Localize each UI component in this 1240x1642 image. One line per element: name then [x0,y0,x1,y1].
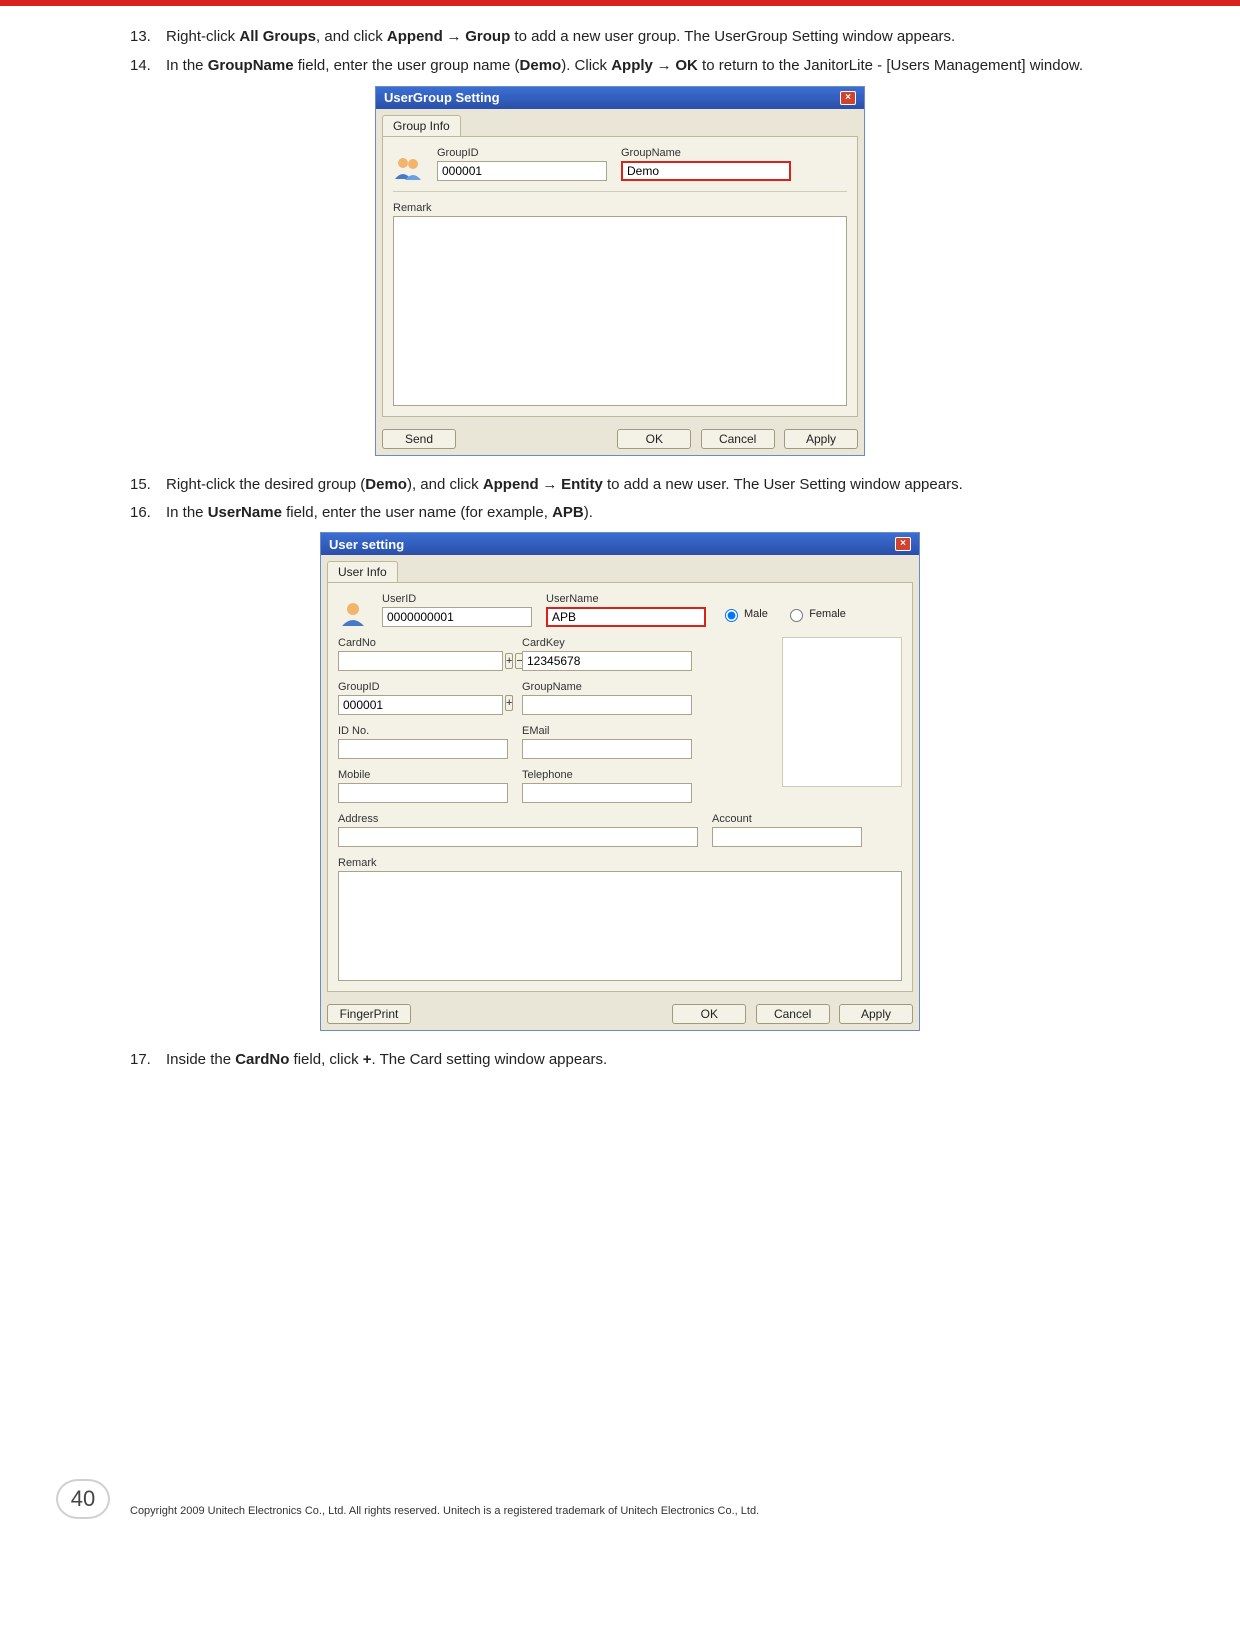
step-number: 13. [130,26,166,49]
apply-button[interactable]: Apply [839,1004,913,1024]
step-number: 14. [130,55,166,78]
telephone-field[interactable] [522,783,692,803]
step-14: 14. In the GroupName field, enter the us… [70,55,1170,78]
step-text: Right-click All Groups, and click Append… [166,26,1170,49]
apply-button[interactable]: Apply [784,429,858,449]
groupname-field[interactable] [522,695,692,715]
user-icon [338,601,368,627]
user-group-icon [393,155,423,181]
ok-button[interactable]: OK [672,1004,746,1024]
remark-field[interactable] [393,216,847,406]
dialog-titlebar[interactable]: UserGroup Setting × [376,87,864,109]
groupname-field[interactable] [621,161,791,181]
cardno-field[interactable] [338,651,503,671]
username-label: UserName [546,593,706,605]
step-16: 16. In the UserName field, enter the use… [70,502,1170,524]
dialog-button-row: FingerPrint OK Cancel Apply [321,998,919,1030]
tab-group-info[interactable]: Group Info [382,115,461,136]
usergroup-setting-dialog: UserGroup Setting × Group Info GroupID G… [375,86,865,456]
step-text: In the GroupName field, enter the user g… [166,55,1170,78]
remark-label: Remark [393,202,847,214]
step-number: 16. [130,502,166,524]
idno-label: ID No. [338,725,508,737]
username-field[interactable] [546,607,706,627]
groupname-label: GroupName [621,147,791,159]
page-footer: 40 Copyright 2009 Unitech Electronics Co… [0,1487,1240,1547]
idno-field[interactable] [338,739,508,759]
groupid-label: GroupID [338,681,508,693]
cardkey-field[interactable] [522,651,692,671]
radio-female[interactable]: Female [785,606,846,622]
groupid-plus-button[interactable]: + [505,695,513,711]
step-text: Right-click the desired group (Demo), an… [166,474,1170,497]
radio-male[interactable]: Male [720,606,768,622]
step-13: 13. Right-click All Groups, and click Ap… [70,26,1170,49]
user-setting-dialog: User setting × User Info UserID UserName… [320,532,920,1031]
dialog-button-row: Send OK Cancel Apply [376,423,864,455]
page-number-badge: 40 [56,1479,110,1519]
groupid-label: GroupID [437,147,607,159]
cancel-button[interactable]: Cancel [756,1004,830,1024]
step-text: Inside the CardNo field, click +. The Ca… [166,1049,1170,1071]
remark-label: Remark [338,857,902,869]
groupid-field[interactable] [338,695,503,715]
send-button[interactable]: Send [382,429,456,449]
account-field[interactable] [712,827,862,847]
tab-user-info[interactable]: User Info [327,561,398,582]
ok-button[interactable]: OK [617,429,691,449]
userid-label: UserID [382,593,532,605]
email-field[interactable] [522,739,692,759]
dialog-titlebar[interactable]: User setting × [321,533,919,555]
fingerprint-button[interactable]: FingerPrint [327,1004,411,1024]
account-label: Account [712,813,862,825]
photo-placeholder[interactable] [782,637,902,787]
cardno-label: CardNo [338,637,508,649]
mobile-field[interactable] [338,783,508,803]
close-icon[interactable]: × [895,537,911,551]
cardno-plus-button[interactable]: + [505,653,513,669]
groupid-field[interactable] [437,161,607,181]
dialog-title: UserGroup Setting [384,90,500,105]
page-content: 13. Right-click All Groups, and click Ap… [0,6,1240,1087]
user-info-panel: UserID UserName Male Female CardNo [327,582,913,992]
step-text: In the UserName field, enter the user na… [166,502,1170,524]
email-label: EMail [522,725,692,737]
group-info-panel: GroupID GroupName Remark [382,136,858,417]
radio-female-input[interactable] [790,609,803,622]
groupname-label: GroupName [522,681,692,693]
step-15: 15. Right-click the desired group (Demo)… [70,474,1170,497]
cancel-button[interactable]: Cancel [701,429,775,449]
instruction-list: 17. Inside the CardNo field, click +. Th… [70,1049,1170,1071]
cardkey-label: CardKey [522,637,692,649]
address-field[interactable] [338,827,698,847]
close-icon[interactable]: × [840,91,856,105]
step-number: 15. [130,474,166,497]
address-label: Address [338,813,698,825]
step-number: 17. [130,1049,166,1071]
userid-field[interactable] [382,607,532,627]
instruction-list: 15. Right-click the desired group (Demo)… [70,474,1170,525]
radio-male-input[interactable] [725,609,738,622]
dialog-title: User setting [329,537,404,552]
remark-field[interactable] [338,871,902,981]
step-17: 17. Inside the CardNo field, click +. Th… [70,1049,1170,1071]
telephone-label: Telephone [522,769,692,781]
copyright-text: Copyright 2009 Unitech Electronics Co., … [130,1487,1170,1517]
mobile-label: Mobile [338,769,508,781]
instruction-list: 13. Right-click All Groups, and click Ap… [70,26,1170,78]
